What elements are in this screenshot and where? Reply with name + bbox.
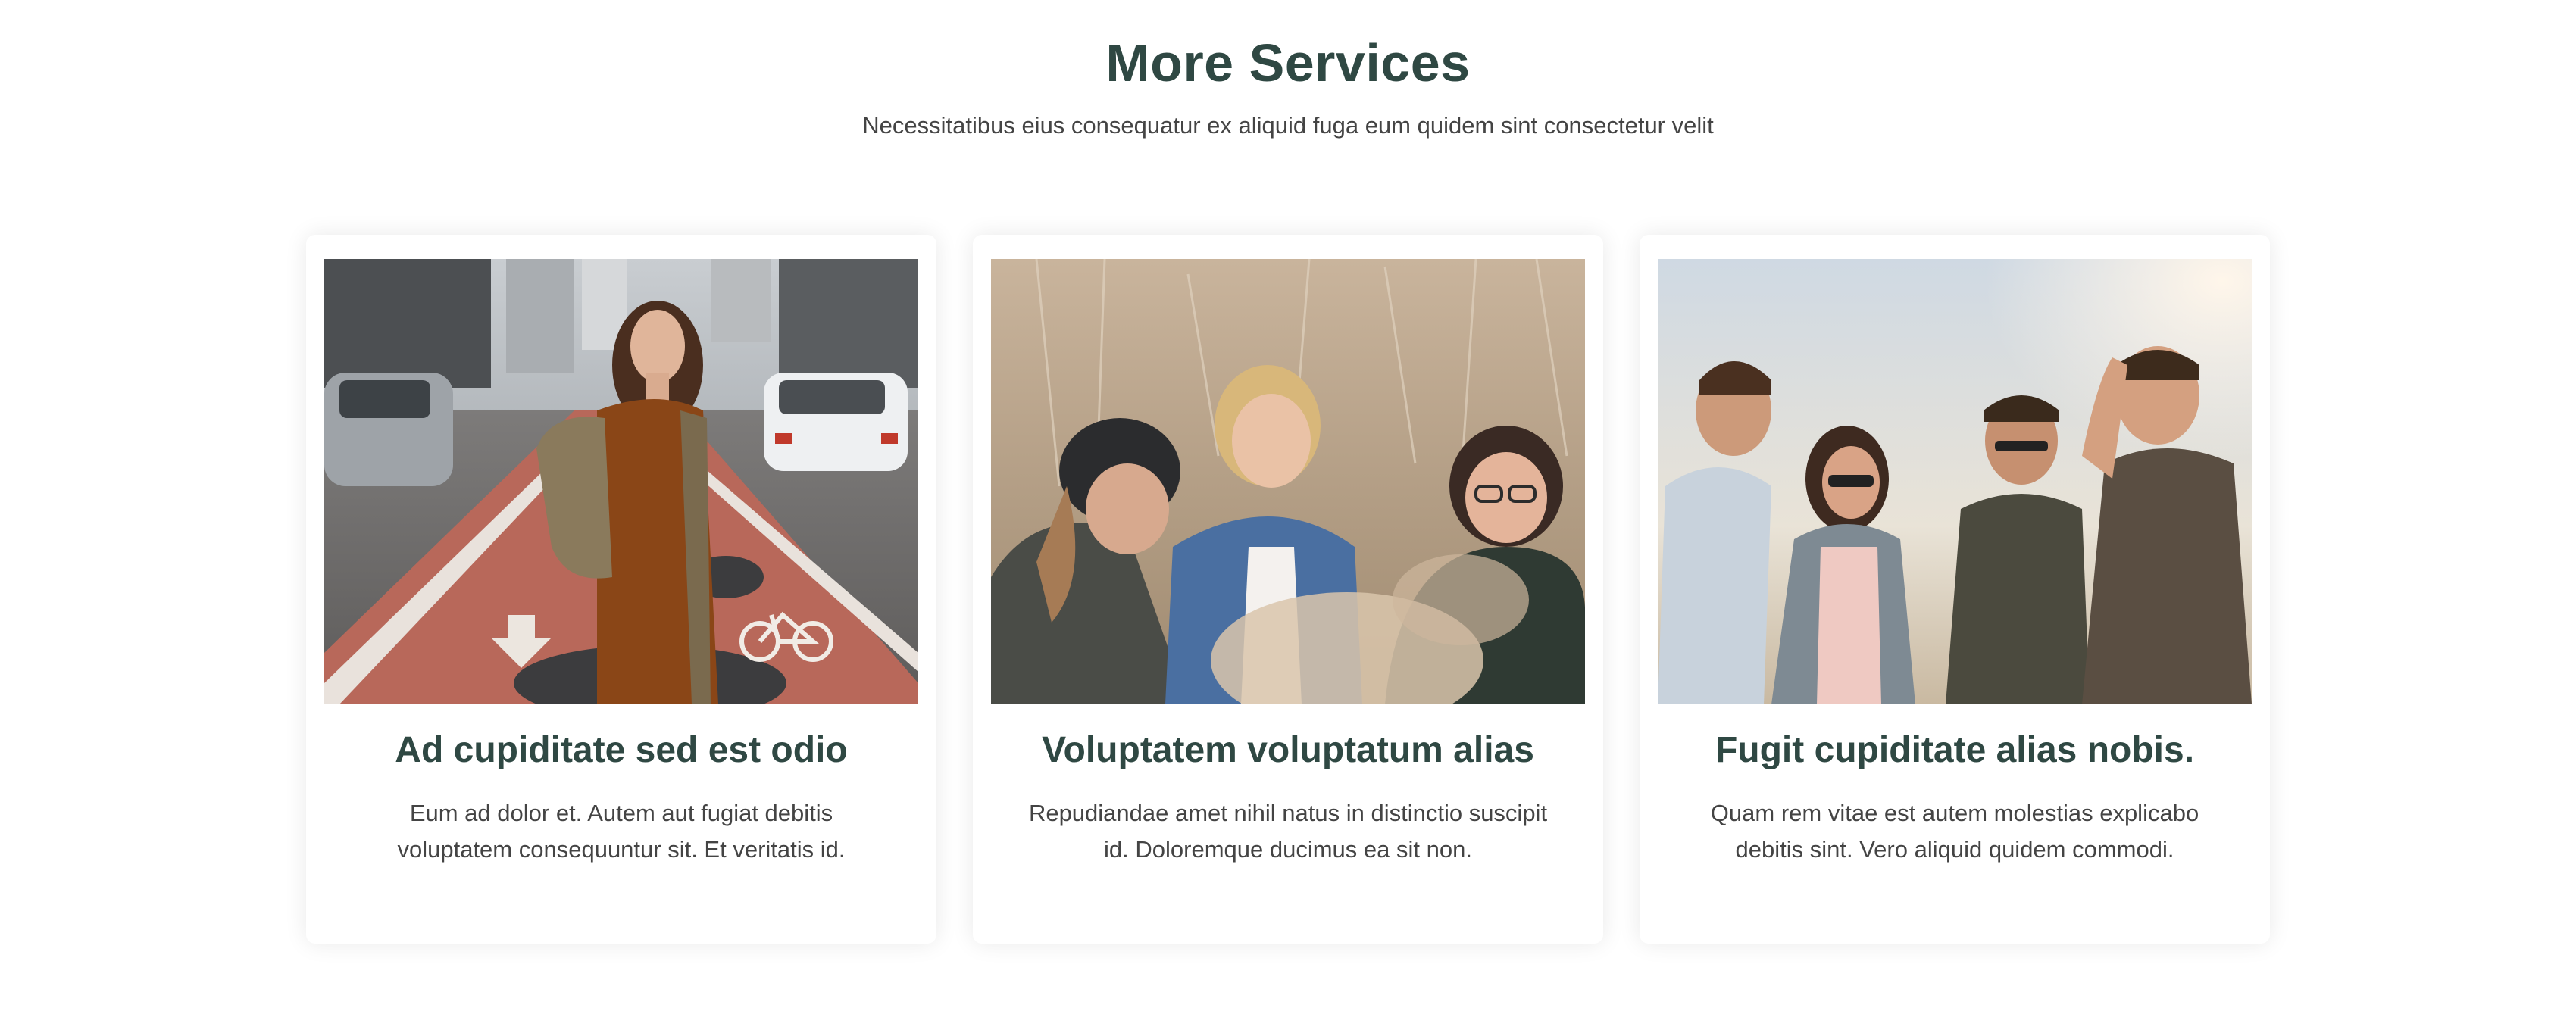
service-card-text: Quam rem vitae est autem molestias expli… xyxy=(1710,800,2199,863)
service-card-image xyxy=(324,259,918,704)
service-card[interactable]: Voluptatem voluptatum alias Repudiandae … xyxy=(973,235,1603,944)
friends-in-grass-photo xyxy=(991,259,1585,704)
city-street-photo xyxy=(324,259,918,704)
service-card-title[interactable]: Ad cupiditate sed est odio xyxy=(324,727,918,774)
section-title: More Services xyxy=(1105,33,1471,92)
section-header: More Services Necessitatibus eius conseq… xyxy=(0,30,2576,141)
service-card-image xyxy=(991,259,1585,704)
services-cards: Ad cupiditate sed est odio Eum ad dolor … xyxy=(306,235,2270,944)
service-card-title[interactable]: Fugit cupiditate alias nobis. xyxy=(1658,727,2252,774)
section-subtitle: Necessitatibus eius consequatur ex aliqu… xyxy=(862,112,1714,139)
friends-sunset-photo xyxy=(1658,259,2252,704)
service-card-text: Repudiandae amet nihil natus in distinct… xyxy=(1028,800,1548,863)
service-card-title[interactable]: Voluptatem voluptatum alias xyxy=(991,727,1585,774)
service-card-text: Eum ad dolor et. Autem aut fugiat debiti… xyxy=(397,800,846,863)
service-card-image xyxy=(1658,259,2252,704)
more-services-section: More Services Necessitatibus eius conseq… xyxy=(0,0,2576,1033)
service-card[interactable]: Ad cupiditate sed est odio Eum ad dolor … xyxy=(306,235,936,944)
service-card[interactable]: Fugit cupiditate alias nobis. Quam rem v… xyxy=(1640,235,2270,944)
